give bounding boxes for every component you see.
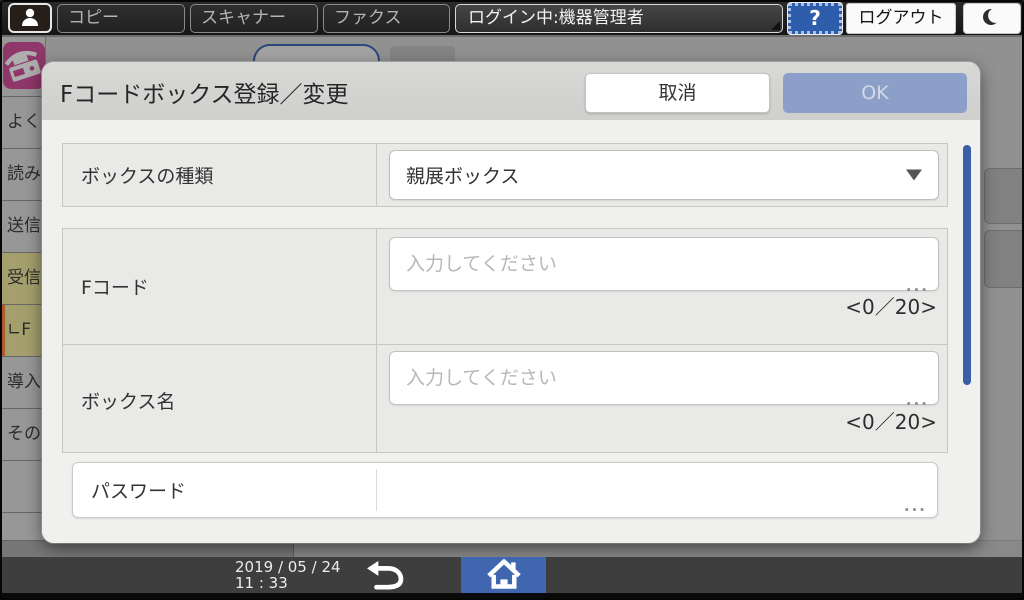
home-icon <box>484 557 524 594</box>
fcode-box-dialog: Fコードボックス登録／変更 取消 OK ボックスの種類 親展ボックス Fコード … <box>42 62 980 543</box>
crescent-moon-icon <box>980 5 1004 33</box>
system-bottom-bar: 2019 / 05 / 24 11 : 33 <box>0 557 1024 600</box>
box-name-input[interactable] <box>389 351 939 405</box>
date-text: 2019 / 05 / 24 <box>235 559 341 575</box>
date-time: 2019 / 05 / 24 11 : 33 <box>235 559 341 591</box>
box-type-value: 親展ボックス <box>406 162 519 189</box>
divider <box>376 144 377 206</box>
cancel-button[interactable]: 取消 <box>585 73 770 113</box>
f-code-label: Fコード <box>81 273 149 300</box>
box-type-row: ボックスの種類 親展ボックス <box>62 143 948 207</box>
system-top-bar: コピー スキャナー ファクス ログイン中:機器管理者 ? ログアウト <box>0 0 1024 37</box>
user-button[interactable] <box>8 3 52 33</box>
dialog-title: Fコードボックス登録／変更 <box>60 75 349 109</box>
tab-scanner[interactable]: スキャナー <box>190 4 318 33</box>
user-icon <box>18 5 42 32</box>
box-type-dropdown[interactable]: 親展ボックス <box>389 150 939 200</box>
box-type-label: ボックスの種類 <box>81 162 213 189</box>
box-name-counter: <0／20> <box>845 406 937 435</box>
f-code-counter: <0／20> <box>845 291 937 320</box>
time-text: 11 : 33 <box>235 575 341 591</box>
dialog-header: Fコードボックス登録／変更 取消 OK <box>42 62 980 120</box>
code-name-rows: Fコード ... <0／20> ボックス名 ... <0／20> <box>62 228 948 453</box>
back-button[interactable] <box>352 557 416 593</box>
password-label: パスワード <box>91 477 186 504</box>
tab-copy[interactable]: コピー <box>57 4 185 33</box>
back-arrow-icon <box>361 558 407 593</box>
ok-button[interactable]: OK <box>783 73 967 113</box>
energy-saver-button[interactable] <box>963 3 1021 34</box>
divider <box>63 344 947 345</box>
password-row[interactable]: パスワード ... <box>72 462 938 518</box>
chevron-down-icon <box>906 170 922 181</box>
dialog-body: ボックスの種類 親展ボックス Fコード ... <0／20> ボックス名 ...… <box>42 120 980 543</box>
device-screen: よく 読み 送信 受信 ∟F 導入 その コピー スキャナー <box>0 0 1024 600</box>
login-status-button[interactable]: ログイン中:機器管理者 <box>455 4 783 33</box>
home-button[interactable] <box>461 557 546 593</box>
logout-button[interactable]: ログアウト <box>846 3 956 34</box>
help-button[interactable]: ? <box>788 3 842 34</box>
password-more-indicator: ... <box>904 497 927 515</box>
f-code-input[interactable] <box>389 237 939 291</box>
dialog-scrollbar[interactable] <box>963 145 971 385</box>
divider <box>376 469 377 511</box>
tab-fax[interactable]: ファクス <box>323 4 450 33</box>
divider <box>376 229 377 452</box>
box-name-label: ボックス名 <box>81 387 175 414</box>
